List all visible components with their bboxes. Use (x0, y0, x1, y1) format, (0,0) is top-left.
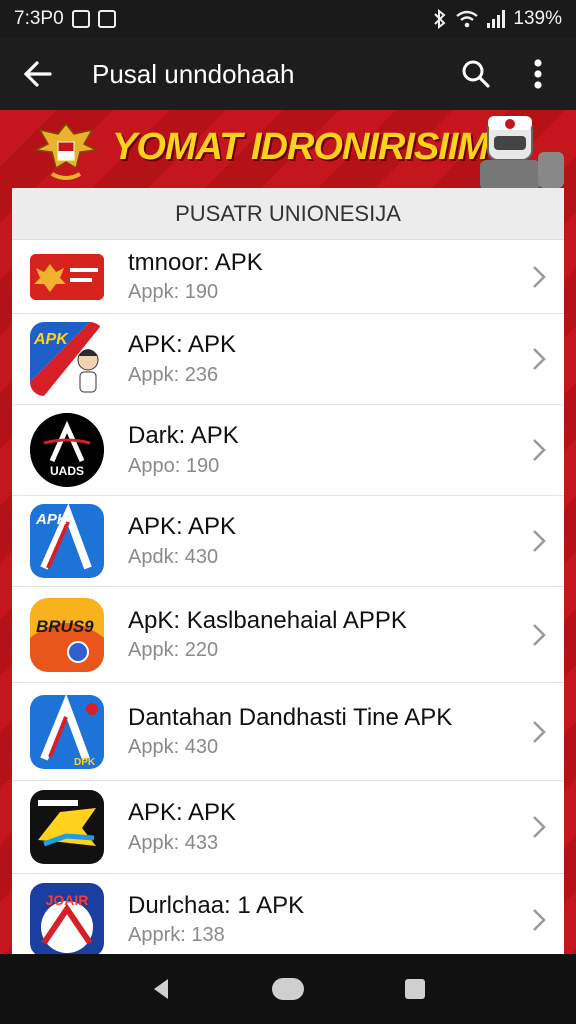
app-bar: Pusal unndohaah (0, 38, 576, 110)
nav-back-icon[interactable] (150, 977, 172, 1001)
signal-icon (487, 10, 506, 28)
app-name: APK: APK (128, 799, 237, 827)
app-list[interactable]: tmnoor: APK Appk: 190 APK APK: APK Appk:… (12, 240, 564, 954)
app-meta: Appk: 220 (128, 639, 219, 662)
chevron-right-icon (533, 439, 546, 461)
app-icon-brush: BRUS9 (30, 597, 104, 672)
banner-title: YOMAT IDRONIRISIIM (112, 126, 489, 168)
status-bar: 7:3P0 139% (0, 0, 576, 38)
app-meta: Appk: 190 (128, 281, 219, 304)
back-button[interactable] (16, 52, 60, 96)
more-vertical-icon (534, 59, 542, 89)
app-name: tmnoor: APK (128, 248, 263, 276)
icon-badge-text: APK (33, 331, 69, 348)
list-item[interactable]: BRUS9 ApK: Kaslbanehaial APPK Appk: 220 (12, 587, 564, 683)
list-item[interactable]: tmnoor: APK Appk: 190 (12, 240, 564, 314)
robot-mascot-icon (480, 116, 564, 190)
chevron-right-icon (533, 720, 546, 743)
main-content[interactable]: YOMAT IDRONIRISIIM PUSATR UNIONESIJA tmn… (0, 110, 576, 954)
icon-badge-text: BRUS9 (36, 617, 94, 636)
list-item[interactable]: JOAIR Durlchaa: 1 APK Apprk: 138 (12, 874, 564, 954)
chevron-right-icon (533, 908, 546, 931)
app-icon-flag (30, 253, 104, 300)
wifi-icon (456, 10, 479, 28)
chevron-right-icon (533, 348, 546, 370)
app-icon-last: JOAIR (30, 882, 104, 954)
list-item[interactable]: APK APK: APK Apdk: 430 (12, 496, 564, 587)
app-icon-dark: UADS (30, 413, 104, 487)
app-meta: Apprk: 138 (128, 924, 225, 947)
battery-level: 139% (513, 8, 562, 29)
garuda-emblem-icon (33, 122, 99, 180)
chevron-right-icon (533, 816, 546, 838)
icon-badge-text: APK (35, 511, 69, 528)
nav-recents-icon[interactable] (404, 978, 426, 1000)
notification-icon (71, 10, 90, 28)
status-time: 7:3P0 (14, 8, 64, 29)
panel-header: PUSATR UNIONESIJA (12, 188, 564, 240)
list-item[interactable]: APK APK: APK Appk: 236 (12, 314, 564, 405)
icon-badge-text: DPK (74, 757, 96, 768)
search-icon (462, 60, 490, 88)
notification-icon (97, 10, 116, 28)
app-name: APK: APK (128, 331, 237, 359)
search-button[interactable] (454, 52, 498, 96)
promo-banner[interactable]: YOMAT IDRONIRISIIM (0, 110, 576, 190)
app-name: Dantahan Dandhasti Tine APK (128, 703, 453, 731)
list-item[interactable]: UADS Dark: APK Appo: 190 (12, 405, 564, 496)
app-meta: Appk: 236 (128, 363, 219, 386)
page-title: Pusal unndohaah (92, 58, 295, 89)
app-name: Durlchaa: 1 APK (128, 891, 305, 919)
more-options-button[interactable] (516, 52, 560, 96)
app-name: ApK: Kaslbanehaial APPK (128, 606, 407, 634)
app-icon-apk-character: APK (30, 322, 104, 396)
app-name: Dark: APK (128, 422, 239, 450)
app-meta: Apdk: 430 (128, 545, 219, 568)
chevron-right-icon (533, 265, 546, 288)
chevron-right-icon (533, 530, 546, 552)
system-nav-bar (0, 954, 576, 1024)
list-item[interactable]: DPK Dantahan Dandhasti Tine APK Appk: 43… (12, 683, 564, 781)
app-meta: Appo: 190 (128, 454, 220, 477)
app-meta: Appk: 430 (128, 736, 219, 759)
chevron-right-icon (533, 623, 546, 646)
list-item[interactable]: APK: APK Appk: 433 (12, 781, 564, 874)
icon-badge-text: JOAIR (46, 892, 89, 908)
app-icon-apk-blue: APK (30, 504, 104, 578)
app-meta: Appk: 433 (128, 831, 219, 854)
app-icon-dpk: DPK (30, 694, 104, 769)
arrow-left-icon (23, 61, 52, 87)
app-icon-dark-arrow (30, 790, 104, 864)
nav-home-icon[interactable] (271, 977, 305, 1001)
icon-badge-text: UADS (50, 464, 84, 478)
bluetooth-icon (434, 9, 446, 29)
app-name: APK: APK (128, 513, 237, 541)
app-list-panel: PUSATR UNIONESIJA tmnoor: APK Appk: 190 … (12, 188, 564, 954)
